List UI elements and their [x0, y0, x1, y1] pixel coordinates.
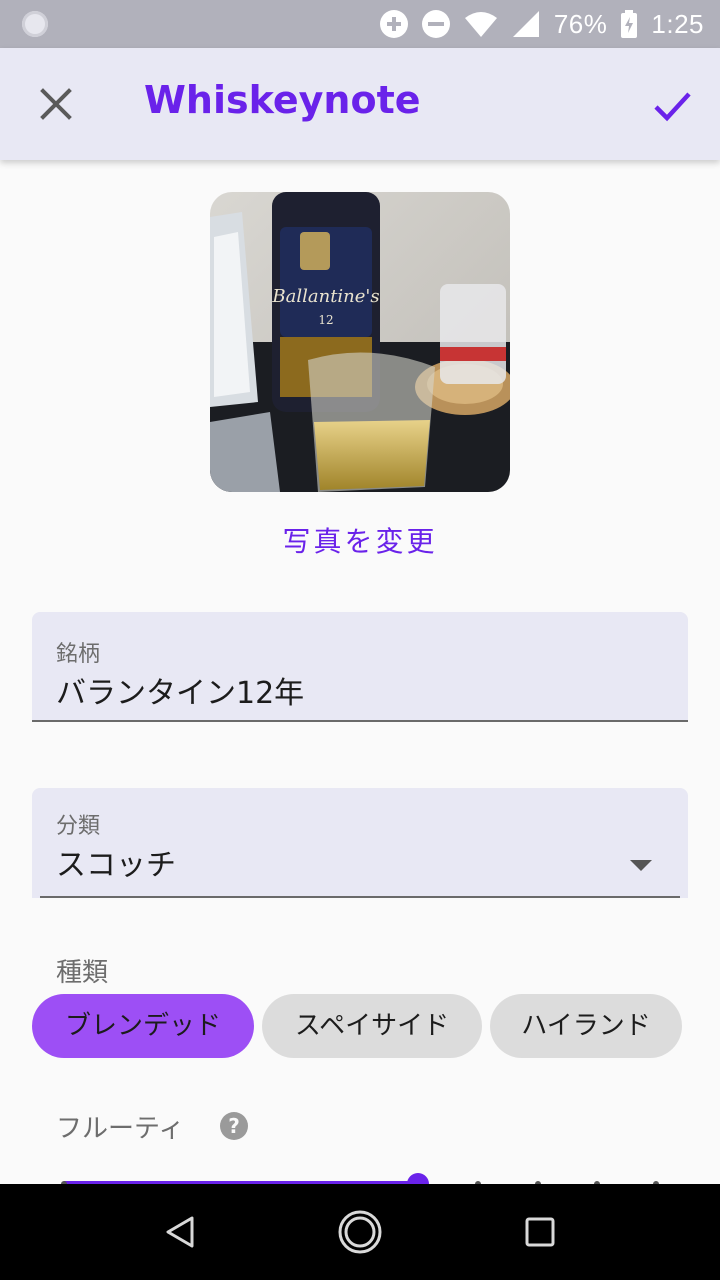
chip-blended[interactable]: ブレンデッド [32, 994, 254, 1058]
fruity-slider[interactable] [60, 1170, 660, 1184]
chip-highland[interactable]: ハイランド [490, 994, 682, 1058]
recents-nav-button[interactable] [524, 1216, 556, 1248]
app-title: Whiskeynote [144, 78, 421, 122]
data-saver-icon [379, 10, 408, 38]
whiskey-photo: Ballantine's 12 [210, 192, 510, 492]
category-dropdown-label: 分類 [56, 814, 101, 839]
back-nav-button[interactable] [162, 1214, 198, 1250]
app-bar: Whiskeynote [0, 48, 720, 160]
fruity-label: フルーティ [56, 1114, 185, 1144]
check-icon [654, 92, 691, 122]
category-dropdown[interactable]: 分類 スコッチ [32, 788, 688, 898]
bottle-age: 12 [318, 313, 333, 327]
dnd-icon [421, 10, 450, 38]
category-dropdown-value: スコッチ [56, 848, 176, 883]
home-nav-button[interactable] [336, 1208, 384, 1256]
battery-icon [621, 10, 638, 38]
help-icon[interactable]: ? [220, 1112, 248, 1140]
signal-icon [512, 11, 539, 37]
type-section-label: 種類 [56, 958, 109, 988]
brand-field-underline [32, 720, 688, 722]
status-bar: 76% 1:25 [0, 0, 720, 48]
close-button[interactable] [32, 80, 80, 128]
brand-field-label: 銘柄 [56, 642, 101, 667]
notification-icon [22, 11, 48, 37]
navigation-bar [0, 1184, 720, 1280]
change-photo-button[interactable]: 写真を変更 [0, 520, 720, 560]
brand-field[interactable]: 銘柄 バランタイン12年 [32, 612, 688, 722]
brand-field-value: バランタイン12年 [56, 676, 305, 711]
category-dropdown-underline [40, 896, 680, 898]
battery-percent: 76% [553, 8, 608, 39]
chip-speyside[interactable]: スペイサイド [262, 994, 482, 1058]
clock: 1:25 [651, 8, 704, 39]
close-icon [40, 88, 72, 120]
bottle-label: Ballantine's [271, 286, 379, 307]
slider-thumb[interactable] [407, 1173, 429, 1184]
wifi-icon [464, 12, 497, 37]
save-button[interactable] [648, 82, 696, 130]
dropdown-arrow-icon [630, 860, 652, 871]
